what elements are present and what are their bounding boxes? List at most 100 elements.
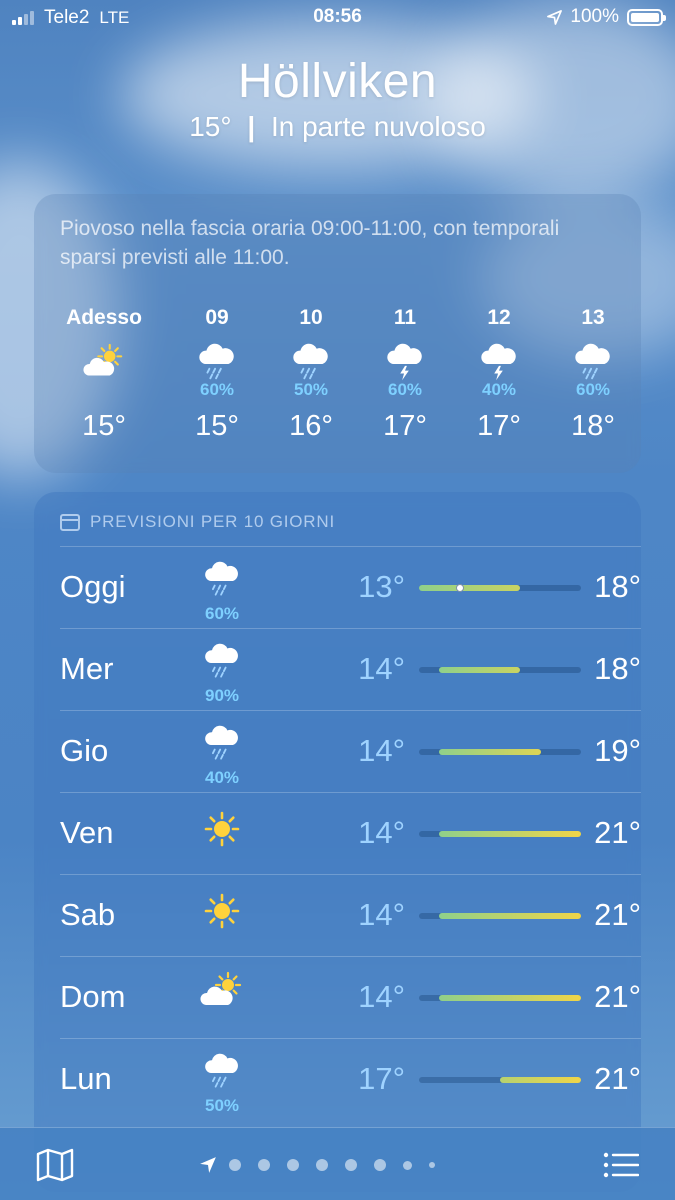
daily-forecast-title: PREVISIONI PER 10 GIORNI bbox=[90, 512, 335, 531]
partly-cloudy-sun-icon bbox=[200, 971, 242, 1005]
day-label: Lun bbox=[60, 1061, 112, 1096]
day-label: Gio bbox=[60, 733, 109, 768]
hour-column: 13 60% 18° bbox=[543, 306, 643, 443]
cloud-rain-icon bbox=[205, 1053, 238, 1088]
page-dot[interactable] bbox=[403, 1160, 412, 1170]
low-temperature: 13° bbox=[358, 569, 405, 604]
location-arrow-icon bbox=[200, 1157, 216, 1173]
temperature-range-bar bbox=[419, 667, 581, 673]
page-indicator[interactable] bbox=[199, 1156, 452, 1174]
cloud-rain-icon bbox=[205, 725, 238, 760]
status-bar: Tele2 LTE 08:56 100% bbox=[0, 0, 675, 34]
temperature-range-bar bbox=[419, 749, 581, 755]
day-precipitation: 40% bbox=[204, 768, 240, 787]
page-dot[interactable] bbox=[429, 1162, 435, 1168]
day-icon-wrap: 60% bbox=[200, 561, 244, 624]
hour-precipitation: 60% bbox=[199, 380, 235, 399]
page-dot[interactable] bbox=[316, 1159, 328, 1171]
page-dot[interactable] bbox=[345, 1159, 357, 1171]
temperature-range-fill bbox=[439, 995, 581, 1001]
cloud-rain-icon bbox=[199, 343, 234, 380]
temperature-range-bar bbox=[419, 584, 581, 592]
hour-temperature: 17° bbox=[383, 410, 427, 442]
temperature-range-bar bbox=[419, 995, 581, 1001]
daily-row[interactable]: Oggi 60% 13° 18° bbox=[60, 546, 641, 628]
high-temperature: 18° bbox=[594, 569, 641, 604]
hour-column: 09 60% 15° bbox=[167, 306, 267, 443]
low-temperature: 14° bbox=[358, 651, 405, 686]
high-temperature: 21° bbox=[594, 815, 641, 850]
temperature-range-fill bbox=[439, 667, 521, 673]
day-label: Sab bbox=[60, 897, 116, 932]
city-name: Höllviken bbox=[237, 55, 438, 108]
daily-row[interactable]: Dom 14° 21° bbox=[60, 956, 641, 1038]
hour-column: 10 50% 16° bbox=[261, 306, 361, 443]
daily-row[interactable]: Mer 90% 14° 18° bbox=[60, 628, 641, 710]
hour-column: 11 60% 17° bbox=[355, 306, 455, 443]
cloud-rain-icon bbox=[205, 561, 238, 596]
day-precipitation: 50% bbox=[204, 1096, 240, 1115]
forecast-summary: Piovoso nella fascia oraria 09:00-11:00,… bbox=[60, 217, 560, 269]
day-icon-wrap: 90% bbox=[200, 643, 244, 706]
low-temperature: 14° bbox=[358, 897, 405, 932]
low-temperature: 14° bbox=[358, 815, 405, 850]
temperature-range-bar bbox=[419, 913, 581, 919]
day-label: Mer bbox=[60, 651, 114, 686]
current-temp-marker bbox=[455, 584, 464, 592]
hour-label: 10 bbox=[299, 306, 323, 329]
daily-forecast-card[interactable]: PREVISIONI PER 10 GIORNI Oggi 60% 13° 18° M… bbox=[34, 492, 641, 1192]
current-conditions: 15° | In parte nuvoloso bbox=[0, 111, 675, 143]
map-icon[interactable] bbox=[36, 1148, 74, 1182]
day-label: Dom bbox=[60, 979, 126, 1014]
daily-row[interactable]: Ven 14° 21° bbox=[60, 792, 641, 874]
hour-label: Adesso bbox=[66, 306, 142, 329]
hour-label: 09 bbox=[205, 306, 229, 329]
day-icon-wrap bbox=[200, 971, 244, 1020]
hour-temperature: 16° bbox=[289, 410, 333, 442]
partly-cloudy-sun-icon bbox=[83, 343, 123, 376]
hour-temperature: 15° bbox=[195, 410, 239, 442]
hour-label: 12 bbox=[487, 306, 511, 329]
day-precipitation: 90% bbox=[204, 686, 240, 705]
day-icon-wrap: 40% bbox=[200, 725, 244, 788]
high-temperature: 21° bbox=[594, 1061, 641, 1096]
hour-precipitation: 50% bbox=[293, 380, 329, 399]
hour-label: 11 bbox=[393, 306, 417, 329]
low-temperature: 17° bbox=[358, 1061, 405, 1096]
location-header: Höllviken 15° | In parte nuvoloso bbox=[0, 54, 675, 143]
low-temperature: 14° bbox=[358, 979, 405, 1014]
bottom-toolbar bbox=[0, 1127, 675, 1200]
page-dot[interactable] bbox=[287, 1159, 299, 1171]
day-label: Oggi bbox=[60, 569, 126, 604]
cloud-rain-icon bbox=[575, 343, 610, 380]
temperature-range-fill bbox=[419, 585, 521, 591]
high-temperature: 19° bbox=[594, 733, 641, 768]
separator: | bbox=[247, 111, 256, 142]
cloud-rain-icon bbox=[205, 643, 238, 678]
location-arrow-icon bbox=[547, 9, 563, 25]
hour-temperature: 18° bbox=[571, 410, 615, 442]
daily-row[interactable]: Gio 40% 14° 19° bbox=[60, 710, 641, 792]
daily-row[interactable]: Lun 50% 17° 21° bbox=[60, 1038, 641, 1120]
battery-icon bbox=[627, 8, 666, 26]
hour-precipitation: 60% bbox=[387, 380, 423, 399]
cloud-rain-icon bbox=[293, 343, 328, 380]
page-dot[interactable] bbox=[258, 1159, 270, 1171]
hour-column: Adesso 15° bbox=[54, 306, 154, 443]
high-temperature: 18° bbox=[594, 651, 641, 686]
temperature-range-bar bbox=[419, 831, 581, 837]
daily-row[interactable]: Sab 14° 21° bbox=[60, 874, 641, 956]
day-precipitation: 60% bbox=[204, 604, 240, 623]
hourly-strip[interactable]: Adesso 15° 09 60% 15° 10 50% 16° 11 60% 17° 12 4… bbox=[34, 306, 641, 456]
page-dot[interactable] bbox=[374, 1159, 386, 1171]
cloud-thunder-icon bbox=[387, 343, 422, 381]
day-icon-wrap bbox=[200, 807, 244, 856]
list-icon[interactable] bbox=[603, 1152, 639, 1178]
hour-column: 12 40% 17° bbox=[449, 306, 549, 443]
hourly-forecast-card[interactable]: Piovoso nella fascia oraria 09:00-11:00,… bbox=[34, 194, 641, 473]
temperature-range-fill bbox=[439, 913, 581, 919]
high-temperature: 21° bbox=[594, 979, 641, 1014]
page-dot[interactable] bbox=[229, 1159, 241, 1171]
high-temperature: 21° bbox=[594, 897, 641, 932]
hour-precipitation: 60% bbox=[575, 380, 611, 399]
